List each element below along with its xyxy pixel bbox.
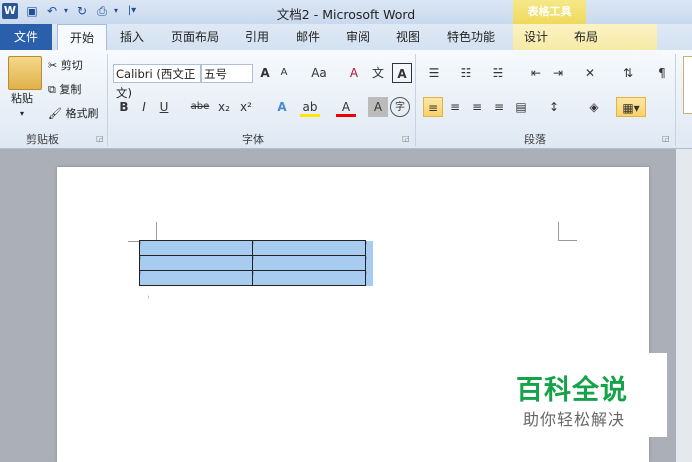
font-launcher-icon[interactable]: ◲	[402, 134, 410, 143]
increase-indent-icon[interactable]: ⇥	[548, 63, 568, 83]
chinese-layout-icon[interactable]: ✕	[580, 63, 600, 83]
cut-button[interactable]: ✂ 剪切	[48, 58, 83, 74]
watermark-title: 百科全说	[516, 375, 628, 406]
distributed-icon[interactable]: ▤	[511, 97, 531, 117]
copy-icon: ⧉	[48, 83, 56, 96]
tab-design[interactable]: 设计	[516, 24, 556, 50]
group-divider	[415, 54, 416, 146]
tab-insert[interactable]: 插入	[112, 24, 152, 50]
tab-layout[interactable]: 布局	[566, 24, 606, 50]
document-table[interactable]: ˡ ˡ ˡ ˡ ˡ ˡ ˡ ˡ ˡ	[139, 240, 373, 286]
group-divider	[107, 54, 108, 146]
paste-dropdown-icon[interactable]: ▾	[20, 106, 24, 122]
font-color-button[interactable]: A	[336, 97, 356, 117]
bullets-icon[interactable]: ☰	[424, 63, 444, 83]
copy-button[interactable]: ⧉ 复制	[48, 82, 81, 98]
shading-icon[interactable]: ◈	[584, 97, 604, 117]
phonetic-guide-button[interactable]: 文	[368, 63, 388, 83]
character-shading-button[interactable]: A	[368, 97, 388, 117]
format-painter-button[interactable]: 🖌 格式刷	[48, 106, 98, 122]
table-cell[interactable]: ˡ	[139, 240, 253, 256]
paragraph-launcher-icon[interactable]: ◲	[662, 134, 670, 143]
window-title: 文档2 - Microsoft Word	[276, 7, 416, 22]
paragraph-mark: ˡ	[148, 295, 150, 303]
borders-icon[interactable]: ▦▾	[616, 97, 646, 117]
highlight-button[interactable]: ab	[300, 97, 320, 117]
show-marks-icon[interactable]: ¶	[652, 63, 672, 83]
subscript-button[interactable]: x₂	[214, 97, 234, 117]
grow-font-button[interactable]: A	[255, 63, 275, 83]
table-cell[interactable]: ˡ	[139, 255, 253, 271]
tab-home[interactable]: 开始	[57, 24, 107, 51]
tab-page-layout[interactable]: 页面布局	[165, 24, 225, 50]
table-cell[interactable]: ˡ	[252, 270, 366, 286]
copy-label: 复制	[59, 83, 82, 96]
table-row: ˡ ˡ ˡ	[139, 255, 373, 271]
styles-gallery[interactable]	[683, 56, 692, 114]
paste-button[interactable]: 粘贴	[11, 91, 33, 107]
table-row: ˡ ˡ ˡ	[139, 270, 373, 286]
superscript-button[interactable]: x²	[236, 97, 256, 117]
row-end-mark: ˡ	[365, 240, 373, 256]
strikethrough-button[interactable]: abe	[190, 97, 210, 117]
character-border-button[interactable]: A	[392, 63, 412, 83]
multilevel-list-icon[interactable]: ☵	[488, 63, 508, 83]
tab-review[interactable]: 审阅	[338, 24, 378, 50]
font-group-label: 字体	[242, 133, 264, 146]
clipboard-group-label: 剪贴板	[26, 133, 59, 146]
margin-corner-top-left	[146, 222, 157, 242]
brush-icon: 🖌	[48, 107, 62, 120]
font-size-combo[interactable]: 五号	[201, 64, 253, 83]
align-center-icon[interactable]: ≡	[445, 97, 465, 117]
tab-references[interactable]: 引用	[237, 24, 277, 50]
row-end-mark: ˡ	[365, 270, 373, 286]
text-effects-button[interactable]: A	[272, 97, 292, 117]
format-painter-label: 格式刷	[65, 107, 99, 120]
table-cell[interactable]: ˡ	[252, 240, 366, 256]
decrease-indent-icon[interactable]: ⇤	[526, 63, 546, 83]
underline-button[interactable]: U	[154, 97, 174, 117]
align-left-icon[interactable]: ≡	[423, 97, 443, 117]
paste-icon[interactable]	[8, 56, 42, 90]
group-divider	[675, 54, 676, 146]
row-end-mark: ˡ	[365, 255, 373, 271]
bold-button[interactable]: B	[114, 97, 134, 117]
align-right-icon[interactable]: ≡	[467, 97, 487, 117]
shrink-font-button[interactable]: A	[274, 63, 294, 83]
tab-view[interactable]: 视图	[388, 24, 428, 50]
tab-file[interactable]: 文件	[0, 24, 52, 50]
scissors-icon: ✂	[48, 59, 58, 72]
sort-icon[interactable]: ⇅	[618, 63, 638, 83]
paragraph-group-label: 段落	[524, 133, 546, 146]
margin-corner-top-right	[558, 222, 577, 241]
clear-format-button[interactable]: A	[344, 63, 364, 83]
table-row: ˡ ˡ ˡ	[139, 240, 373, 256]
table-cell[interactable]: ˡ	[252, 255, 366, 271]
font-name-combo[interactable]: Calibri (西文正文)	[113, 64, 201, 100]
cut-label: 剪切	[60, 59, 83, 72]
tab-mailings[interactable]: 邮件	[288, 24, 328, 50]
justify-icon[interactable]: ≡	[489, 97, 509, 117]
line-spacing-icon[interactable]: ↕	[544, 97, 564, 117]
table-tools-label: 表格工具	[513, 0, 586, 24]
italic-button[interactable]: I	[134, 97, 154, 117]
watermark-subtitle: 助你轻松解决	[523, 410, 626, 429]
tab-special-features[interactable]: 特色功能	[440, 24, 502, 50]
change-case-button[interactable]: Aa	[306, 63, 332, 83]
clipboard-launcher-icon[interactable]: ◲	[96, 134, 104, 143]
table-cell[interactable]: ˡ	[139, 270, 253, 286]
vertical-scrollbar[interactable]	[676, 149, 692, 462]
numbering-icon[interactable]: ☷	[456, 63, 476, 83]
enclose-characters-button[interactable]: 字	[390, 97, 410, 117]
